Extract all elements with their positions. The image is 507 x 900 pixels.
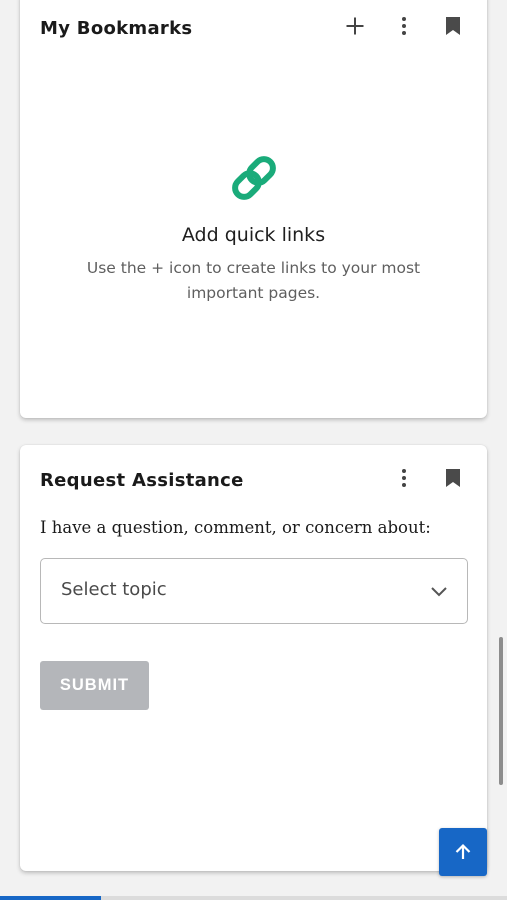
assistance-more-button[interactable] xyxy=(388,462,420,494)
scroll-to-top-button[interactable] xyxy=(439,828,487,876)
bookmarks-card: My Bookmarks Add quick links Use the + i… xyxy=(20,0,487,418)
assistance-prompt: I have a question, comment, or concern a… xyxy=(40,518,431,537)
submit-button[interactable]: SUBMIT xyxy=(40,661,149,710)
bookmarks-more-button[interactable] xyxy=(388,10,420,42)
bookmark-icon xyxy=(446,469,460,487)
request-assistance-title: Request Assistance xyxy=(40,470,244,491)
page-progress-fill xyxy=(0,896,102,900)
empty-state-description: Use the + icon to create links to your m… xyxy=(86,259,421,302)
scrollbar-thumb[interactable] xyxy=(499,637,503,785)
arrow-up-icon xyxy=(455,843,471,859)
plus-icon xyxy=(346,17,364,35)
empty-state-title: Add quick links xyxy=(181,224,326,246)
more-vertical-icon xyxy=(402,469,406,487)
chevron-down-icon xyxy=(431,587,447,597)
topic-select[interactable]: Select topic xyxy=(40,558,468,624)
bookmarks-empty-state: Add quick links Use the + icon to create… xyxy=(20,152,487,306)
bookmarks-card-title: My Bookmarks xyxy=(40,18,193,39)
assistance-pin-button[interactable] xyxy=(437,462,469,494)
add-bookmark-button[interactable] xyxy=(339,10,371,42)
topic-select-value: Select topic xyxy=(61,579,167,600)
bookmarks-pin-button[interactable] xyxy=(437,10,469,42)
request-assistance-card: Request Assistance I have a question, co… xyxy=(20,445,487,871)
bookmark-icon xyxy=(446,17,460,35)
link-icon xyxy=(231,156,276,200)
more-vertical-icon xyxy=(402,17,406,35)
